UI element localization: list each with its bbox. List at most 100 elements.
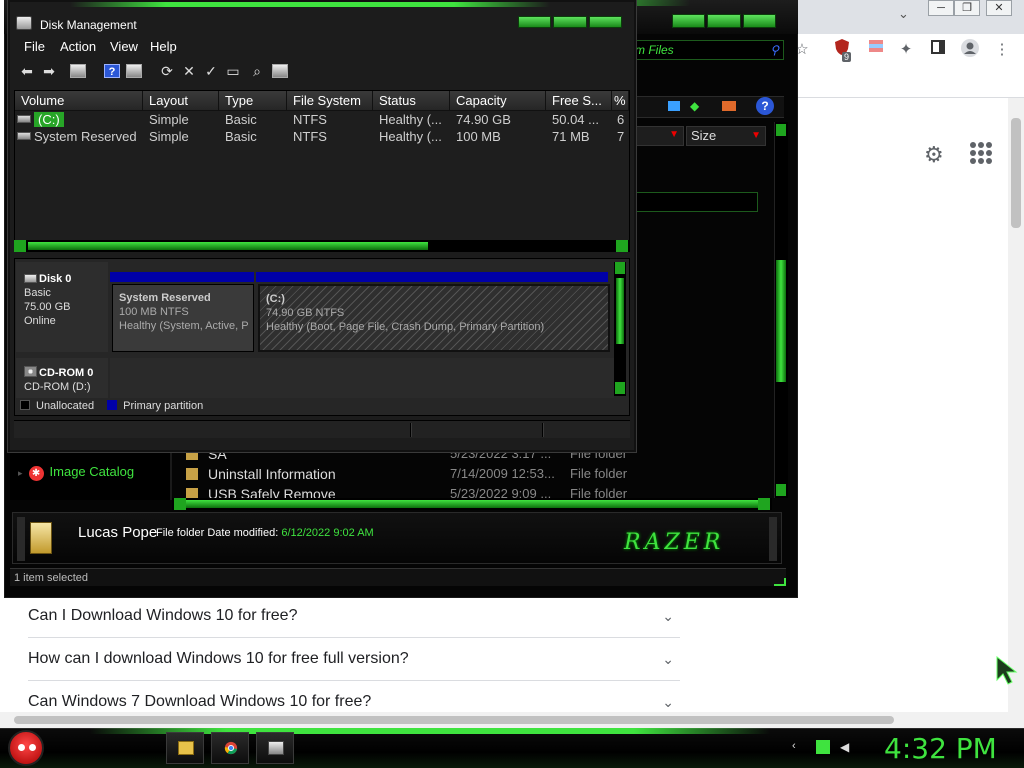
explorer-vertical-scroll-thumb[interactable]: [776, 260, 786, 382]
resize-grip[interactable]: [774, 578, 786, 586]
details-left-edge: [17, 517, 25, 561]
search-disk-icon[interactable]: ⌕: [248, 62, 266, 80]
close-button[interactable]: ✕: [986, 0, 1012, 16]
scroll-right-button[interactable]: [616, 240, 628, 252]
check-icon[interactable]: ✓: [202, 62, 220, 80]
column-header-size[interactable]: Size ▼: [686, 126, 766, 146]
open-folder-icon[interactable]: ▭: [224, 62, 242, 80]
col-file-system[interactable]: File System: [287, 91, 373, 111]
extension-shield-icon[interactable]: 9: [830, 38, 854, 62]
file-date: 5/23/2022 9:09 ...: [450, 486, 552, 498]
col-free-space[interactable]: Free S...: [546, 91, 612, 111]
disk-kind: Basic: [24, 287, 51, 299]
col-capacity[interactable]: Capacity: [450, 91, 546, 111]
volume-list-hscroll-thumb[interactable]: [28, 242, 428, 250]
explorer-horizontal-scroll-thumb[interactable]: [186, 500, 758, 508]
forward-arrow-icon[interactable]: ➡: [40, 62, 58, 80]
settings-gear-icon[interactable]: ⚙: [924, 142, 944, 168]
explorer-minimize-button[interactable]: [672, 14, 706, 28]
col-layout[interactable]: Layout: [143, 91, 219, 111]
partition-c[interactable]: (C:) 74.90 GB NTFS Healthy (Boot, Page F…: [258, 284, 610, 352]
faq-item[interactable]: How can I download Windows 10 for free f…: [28, 639, 680, 681]
menu-view[interactable]: View: [110, 38, 138, 56]
scroll-up-button[interactable]: [776, 124, 786, 136]
scroll-down-button[interactable]: [615, 382, 625, 394]
volume-capacity: 100 MB: [456, 129, 501, 144]
col-status[interactable]: Status: [373, 91, 450, 111]
col-volume[interactable]: Volume: [15, 91, 143, 111]
scroll-down-button[interactable]: [776, 484, 786, 496]
legend-label: Unallocated: [36, 400, 95, 412]
colorful-extension-icon[interactable]: [864, 38, 888, 62]
network-icon[interactable]: [816, 740, 830, 754]
taskbar-explorer-button[interactable]: [166, 732, 204, 764]
cdrom-0-label[interactable]: CD-ROM 0 CD-ROM (D:): [16, 358, 108, 398]
scroll-right-button[interactable]: [758, 498, 770, 510]
refresh-icon[interactable]: ⟳: [158, 62, 176, 80]
disk-name: Disk 0: [39, 273, 72, 285]
faq-question: Can Windows 7 Download Windows 10 for fr…: [28, 693, 372, 710]
volume-icon[interactable]: ◀: [840, 740, 854, 754]
browser-window: ⌄ ─ ❐ ✕ ☆ 9 ✦ ⋮: [790, 0, 1024, 98]
view-icon[interactable]: [668, 101, 680, 111]
cdrom-icon: [24, 366, 37, 377]
preview-pane-icon[interactable]: [722, 101, 736, 111]
layout-icon[interactable]: ◆: [690, 99, 699, 113]
tab-search-chevron-icon[interactable]: ⌄: [898, 6, 909, 22]
scroll-up-button[interactable]: [615, 262, 625, 274]
restore-button[interactable]: ❐: [954, 0, 980, 16]
properties-icon[interactable]: [126, 64, 142, 78]
page-vertical-scroll-thumb[interactable]: [1011, 118, 1021, 228]
taskbar-disk-management-button[interactable]: [256, 732, 294, 764]
back-arrow-icon[interactable]: ⬅: [18, 62, 36, 80]
scroll-left-button[interactable]: [14, 240, 26, 252]
explorer-search-input[interactable]: m Files ⚲: [632, 40, 784, 60]
minimize-button[interactable]: ─: [928, 0, 954, 16]
selected-folder-icon: [30, 522, 52, 554]
dm-maximize-button[interactable]: [553, 16, 587, 28]
dm-minimize-button[interactable]: [518, 16, 552, 28]
search-icon[interactable]: ⚲: [770, 41, 779, 59]
disk-view-vscroll-thumb[interactable]: [616, 278, 624, 344]
kebab-menu-icon[interactable]: ⋮: [990, 38, 1014, 62]
file-row[interactable]: USB Safely Remove 5/23/2022 9:09 ... Fil…: [186, 486, 766, 498]
help-book-icon[interactable]: ?: [104, 64, 120, 78]
apps-grid-icon[interactable]: [970, 142, 992, 164]
delete-icon[interactable]: ✕: [180, 62, 198, 80]
explorer-close-button[interactable]: [742, 14, 776, 28]
menu-help[interactable]: Help: [150, 38, 177, 56]
rescan-icon[interactable]: [272, 64, 288, 78]
file-row[interactable]: Uninstall Information 7/14/2009 12:53...…: [186, 466, 766, 486]
mouse-cursor-icon: [996, 656, 1018, 685]
show-hidden-icons-icon[interactable]: ‹: [792, 740, 806, 754]
disk-0-label[interactable]: Disk 0 Basic 75.00 GB Online: [16, 262, 108, 352]
col-type[interactable]: Type: [219, 91, 287, 111]
column-header[interactable]: ▼: [636, 126, 684, 146]
profile-icon[interactable]: [958, 38, 982, 62]
dm-close-button[interactable]: [588, 16, 622, 28]
start-button[interactable]: [8, 730, 44, 766]
nav-item-image-catalog[interactable]: ▸ ✱ Image Catalog: [18, 464, 134, 481]
file-name: Uninstall Information: [208, 466, 336, 482]
faq-item[interactable]: Can I Download Windows 10 for free? ⌄: [28, 596, 680, 638]
image-catalog-icon: ✱: [28, 466, 44, 481]
scroll-left-button[interactable]: [174, 498, 186, 510]
start-eye-left: [18, 744, 25, 751]
sidebar-icon[interactable]: [926, 38, 950, 62]
page-horizontal-scroll-thumb[interactable]: [14, 716, 894, 724]
help-icon[interactable]: ?: [756, 97, 774, 115]
explorer-maximize-button[interactable]: [707, 14, 741, 28]
puzzle-icon[interactable]: ✦: [894, 38, 918, 62]
details-item-name: Lucas Pope: [78, 524, 158, 541]
partition-system-reserved[interactable]: System Reserved 100 MB NTFS Healthy (Sys…: [112, 284, 254, 352]
volume-row[interactable]: (C:) Simple Basic NTFS Healthy (... 74.9…: [15, 111, 629, 128]
col-percent-free[interactable]: %: [612, 91, 629, 111]
chrome-icon: [224, 741, 238, 755]
console-tree-icon[interactable]: [70, 64, 86, 78]
taskbar-chrome-button[interactable]: [211, 732, 249, 764]
menu-action[interactable]: Action: [60, 38, 96, 56]
menu-file[interactable]: File: [24, 38, 45, 56]
taskbar-clock[interactable]: 4:32 PM: [884, 732, 997, 766]
volume-row[interactable]: System Reserved Simple Basic NTFS Health…: [15, 128, 629, 145]
folder-icon: [186, 468, 198, 480]
